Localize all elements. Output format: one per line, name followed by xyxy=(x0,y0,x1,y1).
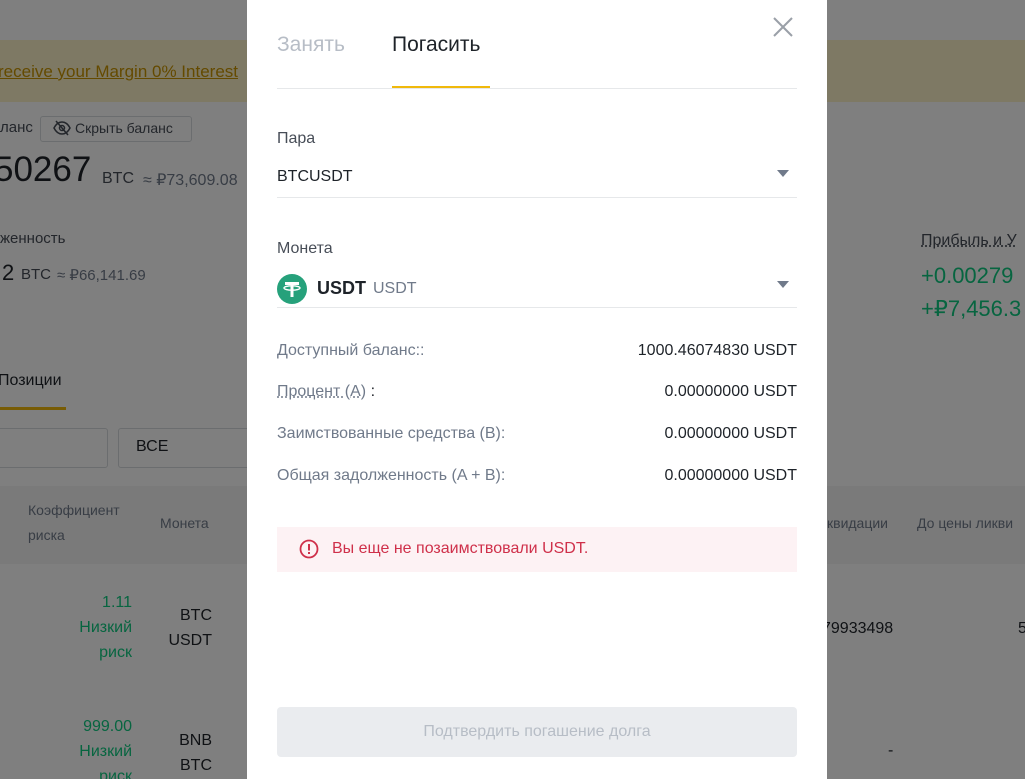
tab-repay[interactable]: Погасить xyxy=(392,33,480,57)
interest-value: 0.00000000 USDT xyxy=(664,383,797,400)
confirm-repay-button[interactable]: Подтвердить погашение долга xyxy=(277,707,797,757)
total-debt-value: 0.00000000 USDT xyxy=(664,467,797,484)
chevron-down-icon xyxy=(777,170,789,177)
warning-box: Вы еще не позаимствовали USDT. xyxy=(277,527,797,572)
warning-text: Вы еще не позаимствовали USDT. xyxy=(332,540,589,557)
close-icon[interactable] xyxy=(772,16,794,38)
tabs-divider xyxy=(277,88,797,89)
pair-label: Пара xyxy=(277,130,316,147)
total-debt-label: Общая задолженность (A + B): xyxy=(277,467,506,484)
borrowed-value: 0.00000000 USDT xyxy=(664,425,797,442)
chevron-down-icon xyxy=(777,281,789,288)
tab-borrow[interactable]: Занять xyxy=(277,33,345,57)
alert-circle-icon xyxy=(299,539,319,559)
coin-label: Монета xyxy=(277,240,333,257)
borrowed-label: Заимствованные средства (B): xyxy=(277,425,506,442)
interest-label-suffix: : xyxy=(366,383,376,400)
available-balance-label: Доступный баланс:: xyxy=(277,342,425,359)
coin-name: USDT xyxy=(317,278,366,298)
repay-modal: Занять Погасить Пара BTCUSDT Монета USDT… xyxy=(247,0,827,779)
available-balance-value: 1000.46074830 USDT xyxy=(637,342,797,359)
pair-value: BTCUSDT xyxy=(277,168,353,185)
coin-ticker: USDT xyxy=(373,280,417,297)
interest-label[interactable]: Процент (A) : xyxy=(277,383,375,401)
tether-icon xyxy=(277,274,307,304)
coin-underline xyxy=(277,307,797,308)
interest-label-text: Процент (A) xyxy=(277,383,367,400)
pair-underline xyxy=(277,197,797,198)
